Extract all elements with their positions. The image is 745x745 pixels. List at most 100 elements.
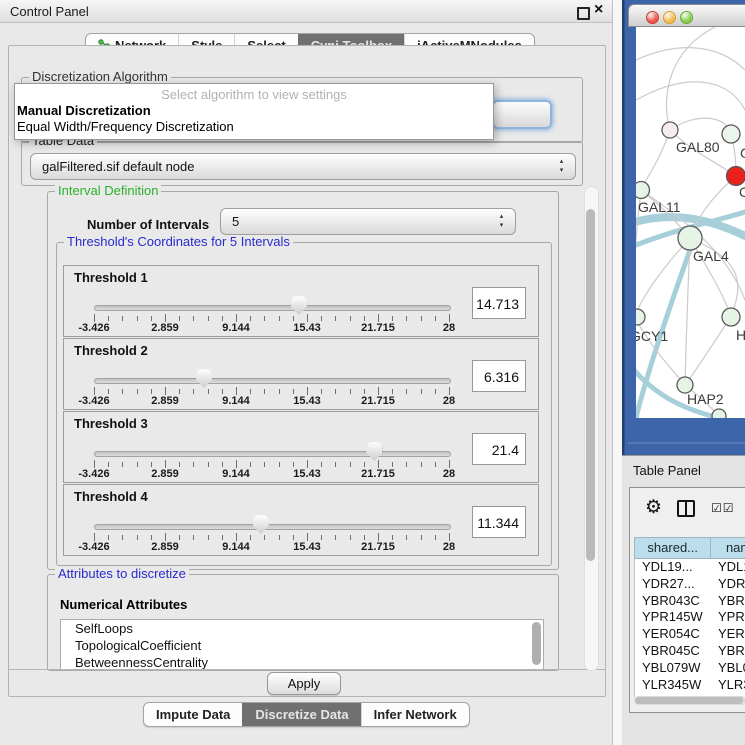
close-icon[interactable]: × [594,1,603,19]
panel-scrollbar[interactable] [584,186,599,671]
tick-mark [108,535,109,540]
slider-track[interactable] [94,378,451,384]
node-top-right[interactable] [722,125,740,143]
node-gcy1[interactable] [636,309,645,325]
split-pane-icon[interactable] [677,500,695,517]
tick-mark [350,316,351,321]
apply-button[interactable]: Apply [267,672,341,695]
table-row[interactable]: YDR27...YDR2 [635,576,745,593]
slider-track[interactable] [94,305,451,311]
tick-label: 9.144 [222,541,250,553]
attribute-item[interactable]: TopologicalCoefficient [61,637,543,654]
table-row[interactable]: YBR043CYBR0 [635,593,745,610]
table-row[interactable]: YBL079WYBL0 [635,660,745,677]
slider-tick-labels: -3.4262.8599.14415.4321.71528 [94,395,449,407]
tick-label: 2.859 [151,322,179,334]
threshold-panel-1: Threshold 1-3.4262.8599.14415.4321.71528… [63,265,539,337]
bottom-tab-infer-network[interactable]: Infer Network [361,703,469,726]
table-cell: YLR3 [711,677,745,694]
node-gal11[interactable] [636,182,650,199]
table-cell: YPR145W [635,609,711,626]
network-canvas[interactable]: GAL80GCGAL11GAL4GCY1HHAP2 [636,27,745,418]
discretization-algorithm-label: Discretization Algorithm [29,70,171,84]
tick-label: 21.715 [361,541,395,553]
option-equal-width-frequency[interactable]: Equal Width/Frequency Discretization [17,119,234,134]
select-columns-icon[interactable]: ☑☑ [711,501,735,515]
table-row[interactable]: YER054CYER0 [635,626,745,643]
node-gal4[interactable] [678,226,702,250]
panel-splitter[interactable] [613,0,622,745]
network-edge[interactable] [641,130,670,190]
tick-mark [421,389,422,394]
table-row[interactable]: YLR345WYLR3 [635,677,745,694]
close-light[interactable] [646,11,659,24]
tick-label: 2.859 [151,395,179,407]
network-edge[interactable] [685,317,731,385]
network-window-titlebar[interactable] [628,4,745,27]
tick-mark [193,535,194,540]
node-bottom[interactable] [712,409,726,418]
minimize-light[interactable] [663,11,676,24]
attribute-item[interactable]: SelfLoops [61,620,543,637]
tick-mark [193,389,194,394]
tick-mark [222,535,223,540]
slider-thumb[interactable] [366,442,382,461]
node-selected-red[interactable] [727,167,745,186]
interval-definition-group: Interval Definition Number of Intervals … [47,191,559,570]
table-hscrollbar-thumb[interactable] [635,697,743,704]
node-h[interactable] [722,308,740,326]
tick-mark [364,462,365,467]
node-gal80[interactable] [662,122,678,138]
table-row[interactable]: YPR145WYPR1 [635,609,745,626]
algorithm-combobox[interactable] [492,100,552,129]
tick-mark [335,316,336,321]
threshold-value-field[interactable]: 11.344 [472,506,526,538]
network-edge[interactable] [636,48,745,70]
table-row[interactable]: YBR045CYBR0 [635,643,745,660]
slider-thumb[interactable] [291,296,307,315]
tick-mark [449,314,450,322]
gear-icon[interactable]: ⚙ [645,497,662,519]
slider-thumb[interactable] [253,515,269,534]
panel-scrollbar-thumb[interactable] [586,209,595,561]
tick-mark [236,387,237,395]
column-header-shared[interactable]: shared... [634,537,710,559]
threshold-value-field[interactable]: 21.4 [472,433,526,465]
table-data-combobox[interactable]: galFiltered.sif default node ▴▾ [30,153,576,180]
list-scrollbar[interactable] [532,622,541,665]
bottom-tab-label: Infer Network [374,707,457,722]
threshold-value-field[interactable]: 6.316 [472,360,526,392]
table-hscrollbar[interactable] [634,696,745,705]
number-of-intervals-combobox[interactable]: 5 ▴▾ [220,208,516,235]
tick-mark [321,535,322,540]
tick-mark [307,387,308,395]
zoom-light[interactable] [680,11,693,24]
bottom-tab-impute-data[interactable]: Impute Data [144,703,242,726]
column-header-name[interactable]: name [710,537,745,559]
tick-mark [222,462,223,467]
tick-mark [250,535,251,540]
threshold-label: Threshold 2 [74,343,148,358]
network-edge[interactable] [636,82,745,110]
tick-label: 28 [443,468,455,480]
threshold-value-field[interactable]: 14.713 [472,287,526,319]
tick-mark [208,316,209,321]
option-manual-discretization[interactable]: Manual Discretization [17,103,151,118]
tick-mark [293,535,294,540]
tick-mark [208,535,209,540]
slider-thumb[interactable] [196,369,212,388]
control-panel-titlebar: Control Panel × [0,0,612,23]
float-window-icon[interactable] [577,7,590,20]
attributes-group: Attributes to discretize Numerical Attri… [47,574,559,671]
table-cell: YDL1 [711,559,745,576]
bottom-tab-discretize-data[interactable]: Discretize Data [242,703,360,726]
table-row[interactable]: YDL19...YDL1 [635,559,745,576]
tick-mark [335,462,336,467]
tick-mark [279,462,280,467]
numerical-attributes-list[interactable]: SelfLoopsTopologicalCoefficientBetweenne… [60,619,544,671]
slider-track[interactable] [94,451,451,457]
slider-track[interactable] [94,524,451,530]
network-edge[interactable] [666,27,715,130]
interval-definition-label: Interval Definition [55,184,161,198]
table-data-group: Table Data galFiltered.sif default node … [21,141,583,186]
